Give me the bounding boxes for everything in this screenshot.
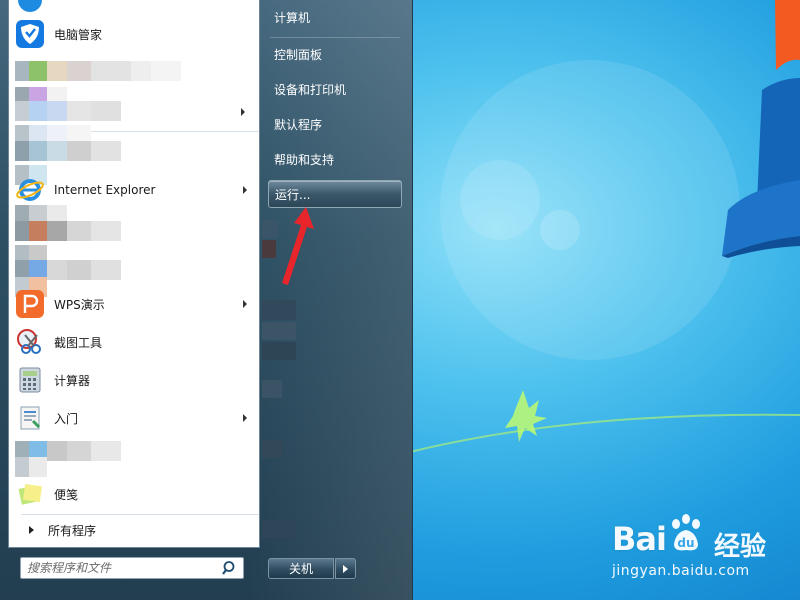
right-item-label: 帮助和支持 xyxy=(274,152,335,167)
separator xyxy=(21,514,259,515)
getting-started-icon xyxy=(14,402,46,434)
right-item-control-panel[interactable]: 控制面板 xyxy=(268,40,402,68)
search-input[interactable] xyxy=(21,559,221,577)
submenu-arrow-icon xyxy=(243,414,247,422)
program-item-calculator[interactable]: 计算器 xyxy=(11,362,257,398)
separator xyxy=(270,37,400,38)
program-label: 入门 xyxy=(54,411,79,426)
windows-logo-flag xyxy=(722,0,800,258)
program-item-wps-presentation[interactable]: WPS演示 xyxy=(11,286,257,322)
program-label: 截图工具 xyxy=(54,335,103,350)
blurred-submenu-arrow[interactable] xyxy=(209,94,255,130)
submenu-arrow-icon xyxy=(241,108,245,116)
program-label: Internet Explorer xyxy=(54,183,156,197)
all-programs-label: 所有程序 xyxy=(48,523,97,538)
chevron-right-icon xyxy=(343,564,348,573)
shutdown-options-button[interactable] xyxy=(335,558,356,579)
all-programs-button[interactable]: 所有程序 xyxy=(19,516,259,544)
watermark-brand: Bai xyxy=(612,520,667,558)
program-label: 便笺 xyxy=(54,487,79,502)
pc-manager-shield-icon xyxy=(14,18,46,50)
program-label: WPS演示 xyxy=(54,297,105,312)
program-label: 计算器 xyxy=(54,373,91,388)
right-item-label: 控制面板 xyxy=(274,47,323,62)
sticky-notes-icon xyxy=(14,478,46,510)
submenu-arrow-icon xyxy=(243,300,247,308)
right-item-label: 设备和打印机 xyxy=(274,82,347,97)
svg-text:du: du xyxy=(677,536,694,550)
right-item-computer[interactable]: 计算机 xyxy=(268,3,402,31)
program-item-sticky-notes[interactable]: 便笺 xyxy=(11,476,257,512)
start-menu: 电脑管家 Internet Explorer WPS演示 截图工具 计算器 入门… xyxy=(0,0,413,600)
program-item-snipping-tool[interactable]: 截图工具 xyxy=(11,324,257,360)
right-item-label: 运行... xyxy=(275,187,311,202)
right-item-run[interactable]: 运行... xyxy=(268,180,402,208)
right-item-devices-printers[interactable]: 设备和打印机 xyxy=(268,75,402,103)
programs-pane: 电脑管家 Internet Explorer WPS演示 截图工具 计算器 入门… xyxy=(8,0,260,548)
shutdown-label: 关机 xyxy=(288,562,313,576)
submenu-arrow-icon xyxy=(243,186,247,194)
calculator-icon xyxy=(14,364,46,396)
wps-presentation-icon xyxy=(14,288,46,320)
right-item-help-support[interactable]: 帮助和支持 xyxy=(268,145,402,173)
watermark-url: jingyan.baidu.com xyxy=(612,563,750,579)
right-item-label: 计算机 xyxy=(274,10,311,25)
watermark-brand-cn: 经验 xyxy=(714,532,767,562)
search-box[interactable] xyxy=(20,557,244,579)
program-item-pc-manager[interactable]: 电脑管家 xyxy=(11,16,257,52)
shutdown-button[interactable]: 关机 xyxy=(268,558,334,579)
partial-app-icon xyxy=(14,0,46,16)
program-item-getting-started[interactable]: 入门 xyxy=(11,400,257,436)
snipping-tool-icon xyxy=(14,326,46,358)
right-item-default-programs[interactable]: 默认程序 xyxy=(268,110,402,138)
search-icon[interactable] xyxy=(221,559,239,577)
all-programs-arrow-icon xyxy=(29,526,34,534)
program-label: 电脑管家 xyxy=(54,27,103,42)
baidu-paw-logo: du xyxy=(672,514,700,551)
right-item-label: 默认程序 xyxy=(274,117,323,132)
red-annotation-arrow xyxy=(282,207,314,285)
baidu-jingyan-watermark: Bai du 经验 jingyan.baidu.com xyxy=(612,514,798,584)
